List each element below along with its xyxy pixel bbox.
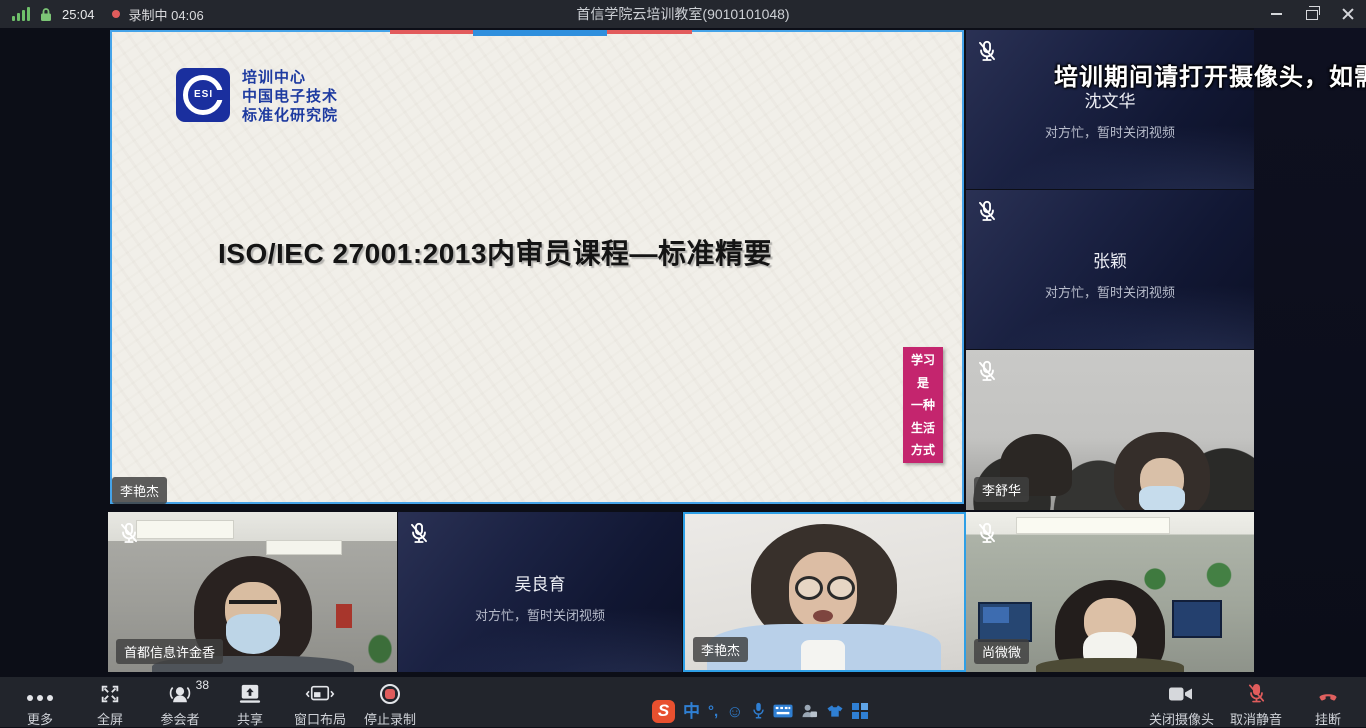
mic-muted-icon: [974, 38, 1000, 64]
more-icon: [27, 695, 53, 701]
ime-punctuation-icon[interactable]: °,: [708, 704, 718, 719]
slide-title: ISO/IEC 27001:2013内审员课程—标准精要: [218, 232, 772, 272]
ime-tray: S 中 °, ☺: [652, 698, 868, 724]
close-button[interactable]: [1330, 0, 1366, 28]
restore-button[interactable]: [1294, 0, 1330, 28]
window-controls: [1258, 0, 1366, 28]
slogan-banner: 学习 是 一种 生活 方式: [903, 347, 943, 463]
camera-off-button[interactable]: 关闭摄像头: [1149, 682, 1214, 728]
participant-tile-xujinxiang[interactable]: 首都信息许金香: [108, 512, 397, 672]
window-layout-button[interactable]: 窗口布局: [290, 682, 350, 728]
presenter-name-label: 李艳杰: [112, 477, 167, 504]
layout-icon: [305, 683, 335, 705]
title-bar: 25:04 录制中 04:06 首信学院云培训教室(9010101048): [0, 0, 1366, 28]
logo-esi-text: ESI: [193, 89, 214, 100]
participant-tile-shenwenhua[interactable]: 沈文华 对方忙，暂时关闭视频: [966, 30, 1254, 189]
scrolling-announcement: 培训期间请打开摄像头，如需发: [1054, 57, 1366, 91]
more-button[interactable]: 更多: [10, 682, 70, 728]
stop-record-icon: [380, 684, 400, 704]
mic-muted-icon: [406, 520, 432, 546]
mic-muted-icon: [974, 520, 1000, 546]
fullscreen-icon: [99, 683, 121, 705]
ime-chinese-mode-icon[interactable]: 中: [683, 703, 700, 720]
bottom-toolbar: 更多 全屏 38 参会者: [0, 677, 1366, 727]
participant-name-tag: 尚微微: [974, 639, 1029, 664]
participant-tile-shangweiwei[interactable]: 尚微微: [966, 512, 1254, 672]
close-icon: [1342, 8, 1354, 20]
restore-icon: [1306, 10, 1318, 20]
share-icon: [237, 683, 263, 705]
shared-screen: ESI 培训中心 中国电子技术 标准化研究院 ISO/IEC 27001:201…: [110, 30, 964, 504]
recording-dot-icon: [112, 10, 120, 18]
participant-status: 对方忙，暂时关闭视频: [398, 605, 682, 624]
camera-icon: [1168, 684, 1194, 704]
participant-tile-wuliangyu[interactable]: 吴良育 对方忙，暂时关闭视频: [398, 512, 682, 672]
mic-muted-red-icon: [1245, 682, 1268, 705]
toolbar-right-group: 关闭摄像头 取消静音 挂断: [1149, 682, 1358, 728]
mic-muted-icon: [974, 358, 1000, 384]
participant-name: 吴良育: [398, 570, 682, 595]
participant-status: 对方忙，暂时关闭视频: [966, 282, 1254, 301]
sogou-ime-icon[interactable]: S: [652, 700, 675, 723]
hangup-phone-icon: [1315, 683, 1341, 705]
ime-skin-icon[interactable]: [826, 704, 844, 718]
ime-keyboard-icon[interactable]: [773, 704, 793, 718]
participant-name-tag: 首都信息许金香: [116, 639, 223, 664]
mic-muted-icon: [116, 520, 142, 546]
ime-toolbox-icon[interactable]: [852, 703, 868, 719]
cesi-logo: ESI: [176, 68, 230, 122]
ime-voice-icon[interactable]: [752, 702, 765, 720]
participant-name-tag: 李舒华: [974, 477, 1029, 502]
participants-button[interactable]: 38 参会者: [150, 682, 210, 728]
minimize-button[interactable]: [1258, 0, 1294, 28]
participant-tile-liyanjie-active[interactable]: 李艳杰: [683, 512, 966, 672]
share-toolbar-tab-red-left[interactable]: [390, 30, 473, 34]
ime-profile-icon[interactable]: [801, 703, 818, 719]
share-button[interactable]: 共享: [220, 682, 280, 728]
participant-status: 对方忙，暂时关闭视频: [966, 122, 1254, 141]
minimize-icon: [1271, 13, 1282, 15]
ime-emoji-icon[interactable]: ☺: [726, 703, 743, 720]
unmute-button[interactable]: 取消静音: [1226, 682, 1286, 728]
call-duration: 25:04: [62, 7, 95, 22]
share-toolbar-tab-blue[interactable]: [473, 30, 607, 36]
share-toolbar-tab-red-right[interactable]: [607, 30, 692, 34]
sidebar-background: [1254, 28, 1366, 677]
toolbar-left-group: 更多 全屏 38 参会者: [10, 682, 420, 728]
participant-tile-lishuhua[interactable]: 李舒华: [966, 350, 1254, 510]
hangup-button[interactable]: 挂断: [1298, 682, 1358, 728]
stop-recording-button[interactable]: 停止录制: [360, 682, 420, 728]
participants-count-badge: 38: [196, 678, 209, 692]
mic-muted-icon: [974, 198, 1000, 224]
participants-icon: [167, 683, 193, 705]
fullscreen-button[interactable]: 全屏: [80, 682, 140, 728]
recording-status: 录制中 04:06: [129, 5, 204, 24]
window-title: 首信学院云培训教室(9010101048): [0, 0, 1366, 28]
participant-name: 张颖: [966, 247, 1254, 272]
status-area: 25:04 录制中 04:06: [12, 0, 204, 28]
signal-strength-icon: [12, 7, 30, 21]
participant-tile-zhangying[interactable]: 张颖 对方忙，暂时关闭视频: [966, 190, 1254, 349]
organization-name: 培训中心 中国电子技术 标准化研究院: [242, 68, 338, 125]
participant-name-tag: 李艳杰: [693, 637, 748, 662]
lock-icon: [39, 7, 53, 22]
